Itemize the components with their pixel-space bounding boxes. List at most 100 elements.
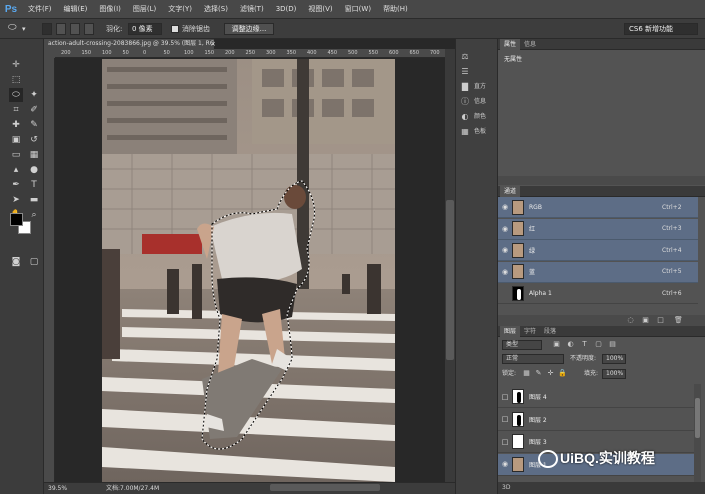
close-tab-icon[interactable]: × (208, 39, 218, 49)
ruler-vertical[interactable] (44, 58, 55, 482)
layer-row[interactable]: □ 图层 4 (498, 386, 694, 408)
new-channel-icon[interactable]: □ (656, 316, 665, 325)
menu-layer[interactable]: 图层(L) (127, 0, 162, 19)
3d-panel-tab[interactable]: 3D (498, 482, 705, 494)
blur-tool-icon[interactable]: ▴ (9, 163, 23, 177)
healing-tool-icon[interactable]: ✚ (9, 118, 23, 132)
lock-pixels-icon[interactable]: ✎ (534, 369, 543, 378)
visibility-eye-icon[interactable]: ◉ (498, 246, 512, 254)
eraser-tool-icon[interactable]: ▭ (9, 148, 23, 162)
subtract-selection-icon[interactable] (70, 23, 80, 35)
tab-info[interactable]: 信息 (520, 39, 540, 50)
visibility-eye-icon[interactable]: □ (498, 438, 512, 446)
menu-type[interactable]: 文字(Y) (162, 0, 198, 19)
menu-help[interactable]: 帮助(H) (377, 0, 414, 19)
menu-window[interactable]: 窗口(W) (339, 0, 377, 19)
move-tool-icon[interactable]: ✛ (9, 58, 23, 72)
crop-tool-icon[interactable]: ⌗ (9, 103, 23, 117)
eyedropper-tool-icon[interactable]: ✐ (27, 103, 41, 117)
quick-mask-icon[interactable]: ◙ (9, 255, 23, 269)
ruler-tick-label: 50 (163, 50, 170, 56)
menu-3d[interactable]: 3D(D) (270, 0, 303, 19)
menu-select[interactable]: 选择(S) (198, 0, 234, 19)
lock-transparent-icon[interactable]: ▦ (522, 369, 531, 378)
tab-paragraph[interactable]: 段落 (540, 326, 560, 337)
add-selection-icon[interactable] (56, 23, 66, 35)
menu-file[interactable]: 文件(F) (22, 0, 58, 19)
visibility-eye-icon[interactable]: □ (498, 415, 512, 423)
gradient-tool-icon[interactable]: ▦ (27, 148, 41, 162)
dock-item[interactable]: ⓘ 信息 (459, 95, 497, 109)
lock-all-icon[interactable]: 🔒 (558, 369, 567, 378)
load-channel-selection-icon[interactable]: ◌ (626, 316, 635, 325)
pen-tool-icon[interactable]: ✒ (9, 178, 23, 192)
opacity-input[interactable]: 100% (602, 354, 626, 364)
dock-item[interactable]: ⚖ (459, 50, 497, 64)
workspace-select[interactable]: CS6 新增功能 (624, 23, 698, 35)
visibility-eye-icon[interactable]: ◉ (498, 225, 512, 233)
layers-scroll-thumb[interactable] (695, 398, 700, 438)
type-tool-icon[interactable]: T (27, 178, 41, 192)
dock-item[interactable]: ◐ 颜色 (459, 110, 497, 124)
channel-name: Alpha 1 (529, 289, 552, 297)
marquee-tool-icon[interactable]: ⬚ (9, 73, 23, 87)
filter-adjust-icon[interactable]: ◐ (566, 340, 575, 349)
menu-view[interactable]: 视图(V) (302, 0, 338, 19)
antialias-checkbox[interactable] (171, 25, 179, 33)
channel-row[interactable]: ◉ 红 Ctrl+3 (498, 218, 698, 240)
dock-item[interactable]: ▦ 色板 (459, 125, 497, 139)
shape-tool-icon[interactable]: ▬ (27, 193, 41, 207)
intersect-selection-icon[interactable] (84, 23, 94, 35)
channel-row[interactable]: Alpha 1 Ctrl+6 (498, 283, 698, 304)
channel-row[interactable]: ◉ 蓝 Ctrl+5 (498, 261, 698, 283)
menu-edit[interactable]: 编辑(E) (58, 0, 94, 19)
blend-mode-select[interactable]: 正常 (502, 354, 564, 364)
filter-pixel-icon[interactable]: ▣ (552, 340, 561, 349)
canvas-horizontal-scroll-thumb[interactable] (270, 484, 380, 491)
foreground-color-swatch[interactable] (10, 213, 23, 226)
tab-character[interactable]: 字符 (520, 326, 540, 337)
layer-row[interactable]: □ 图层 2 (498, 408, 694, 431)
tab-properties[interactable]: 属性 (500, 39, 521, 50)
canvas-image[interactable] (102, 59, 395, 482)
history-brush-tool-icon[interactable]: ↺ (27, 133, 41, 147)
save-selection-channel-icon[interactable]: ▣ (641, 316, 650, 325)
lasso-tool-icon[interactable]: ⬭ (9, 88, 23, 102)
channel-row[interactable]: ◉ 绿 Ctrl+4 (498, 240, 698, 261)
zoom-level[interactable]: 39.5% (48, 483, 67, 494)
lock-position-icon[interactable]: ✛ (546, 369, 555, 378)
screen-mode-icon[interactable]: ▢ (27, 255, 41, 269)
filter-shape-icon[interactable]: ▢ (594, 340, 603, 349)
delete-channel-icon[interactable]: 🗑 (674, 316, 683, 325)
visibility-eye-icon[interactable]: ◉ (498, 268, 512, 276)
visibility-eye-icon[interactable]: ◉ (498, 203, 512, 211)
menu-image[interactable]: 图像(I) (93, 0, 127, 19)
filter-type-icon[interactable]: T (580, 340, 589, 349)
document-tab[interactable]: action-adult-crossing-2083866.jpg @ 39.5… (44, 39, 214, 49)
new-selection-icon[interactable] (42, 23, 52, 35)
visibility-eye-icon[interactable]: ◉ (498, 460, 512, 468)
feather-input[interactable]: 0 像素 (128, 23, 162, 35)
dock-item[interactable]: ☰ (459, 65, 497, 79)
canvas-vertical-scroll-thumb[interactable] (446, 200, 454, 360)
tab-channels[interactable]: 通道 (500, 186, 521, 197)
zoom-tool-icon[interactable]: ⌕ (27, 208, 41, 222)
tool-preset-dropdown-icon[interactable]: ▾ (22, 23, 26, 35)
layer-filter-select[interactable]: 类型 (502, 340, 542, 350)
quick-select-tool-icon[interactable]: ✦ (27, 88, 41, 102)
refine-edge-button[interactable]: 调整边缘... (224, 23, 274, 35)
dock-item[interactable]: ▇ 直方 (459, 80, 497, 94)
visibility-eye-icon[interactable]: □ (498, 393, 512, 401)
menu-filter[interactable]: 滤镜(T) (234, 0, 270, 19)
layer-name: 图层 2 (529, 416, 547, 424)
fill-input[interactable]: 100% (602, 369, 626, 379)
brush-tool-icon[interactable]: ✎ (27, 118, 41, 132)
tab-layers[interactable]: 图层 (500, 326, 521, 337)
ruler-horizontal[interactable]: 200 150 100 50 0 50 100 150 200 250 300 350 400 450 50… (55, 49, 445, 58)
dodge-tool-icon[interactable]: ● (27, 163, 41, 177)
stamp-tool-icon[interactable]: ▣ (9, 133, 23, 147)
path-select-tool-icon[interactable]: ➤ (9, 193, 23, 207)
filter-smart-icon[interactable]: ▤ (608, 340, 617, 349)
lasso-tool-icon[interactable]: ⬭ (8, 22, 17, 34)
channel-row[interactable]: ◉ RGB Ctrl+2 (498, 197, 698, 218)
